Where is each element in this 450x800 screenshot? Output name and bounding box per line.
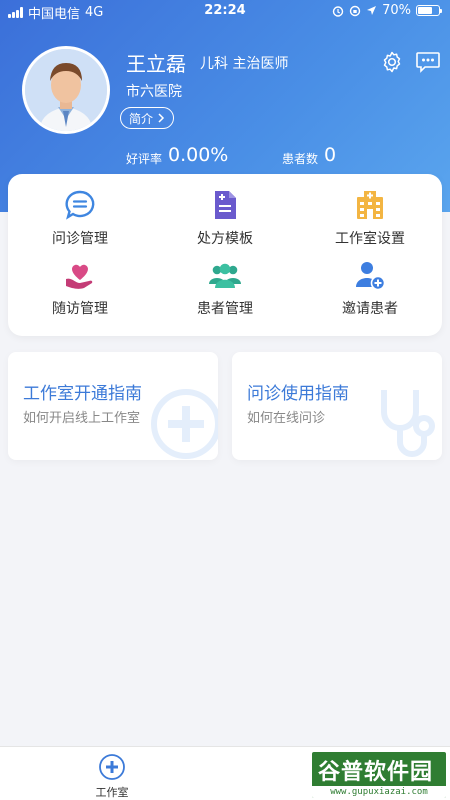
tab-studio[interactable]: 工作室 [82, 753, 142, 800]
menu-item-consultation[interactable]: 问诊管理 [8, 188, 152, 250]
stethoscope-icon [381, 390, 435, 457]
menu-label: 随访管理 [52, 301, 108, 317]
gear-icon[interactable] [380, 50, 404, 74]
watermark: 谷普软件园 www.gupuxiazai.com [312, 752, 446, 798]
guide-title: 问诊使用指南 [247, 384, 349, 404]
chat-bubble-icon [65, 190, 95, 220]
hospital-building-icon [357, 191, 383, 219]
location-icon [367, 6, 377, 15]
prescription-icon [215, 191, 236, 219]
add-user-icon [356, 262, 386, 291]
rating-label: 好评率 [126, 152, 163, 166]
status-right: 70% [332, 3, 442, 18]
studio-tab-icon [99, 754, 125, 780]
guide-card-consultation[interactable]: 问诊使用指南 如何在线问诊 [232, 352, 442, 460]
chevron-right-icon [158, 113, 165, 123]
menu-item-invite-patient[interactable]: 邀请患者 [298, 258, 442, 320]
guide-subtitle: 如何开启线上工作室 [23, 411, 141, 426]
intro-label: 简介 [129, 111, 154, 126]
battery-icon [416, 5, 442, 16]
battery-label: 70% [382, 3, 411, 18]
tab-label: 工作室 [95, 786, 129, 799]
heart-hand-icon [66, 264, 93, 289]
patients-value: 0 [324, 144, 337, 166]
avatar[interactable] [22, 46, 110, 134]
menu-item-studio-settings[interactable]: 工作室设置 [298, 188, 442, 250]
menu-item-follow-up[interactable]: 随访管理 [8, 258, 152, 320]
message-icon[interactable] [415, 50, 441, 74]
doctor-name: 王立磊 [126, 52, 186, 76]
guide-card-studio-setup[interactable]: 工作室开通指南 如何开启线上工作室 [8, 352, 218, 460]
menu-label: 工作室设置 [335, 231, 405, 247]
alarm-icon [332, 5, 344, 17]
menu-label: 处方模板 [197, 231, 253, 247]
medical-cross-icon [151, 389, 218, 459]
patients-label: 患者数 [282, 152, 319, 166]
guide-title: 工作室开通指南 [23, 384, 142, 404]
guide-subtitle: 如何在线问诊 [247, 411, 326, 426]
rotation-lock-icon [349, 5, 361, 16]
patients-group-icon [209, 263, 241, 288]
menu-label: 患者管理 [197, 301, 253, 317]
menu-label: 问诊管理 [52, 231, 108, 247]
doctor-title: 儿科 主治医师 [200, 56, 289, 72]
doctor-hospital: 市六医院 [126, 84, 182, 100]
watermark-text: 谷普软件园 [318, 760, 434, 785]
intro-button[interactable]: 简介 [120, 107, 175, 129]
doctor-avatar-icon [25, 49, 107, 131]
watermark-url: www.gupuxiazai.com [312, 786, 446, 798]
menu-item-patients[interactable]: 患者管理 [153, 258, 297, 320]
menu-label: 邀请患者 [342, 301, 398, 317]
menu-item-prescription[interactable]: 处方模板 [153, 188, 297, 250]
rating-value: 0.00% [168, 144, 229, 166]
function-menu-card: 问诊管理 处方模板 工作室设置 随访管理 患者管理 邀请患者 [8, 174, 442, 336]
status-bar: 中国电信 4G 22:24 70% [0, 0, 450, 22]
